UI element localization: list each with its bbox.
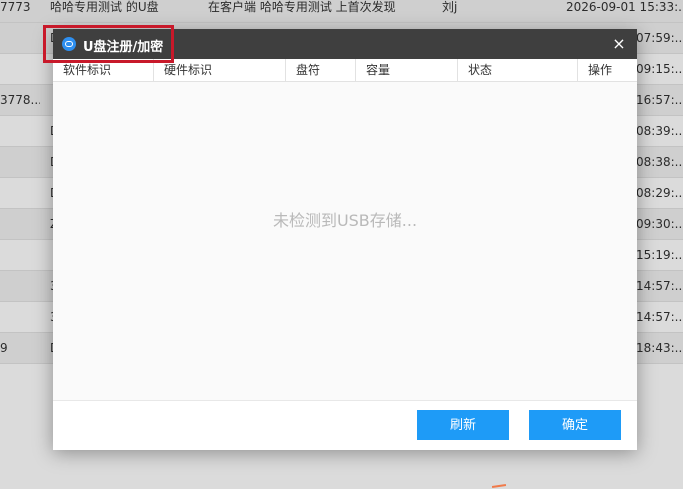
close-button[interactable]: × (609, 34, 629, 54)
usb-register-dialog: U盘注册/加密 × 软件标识 硬件标识 盘符 容量 状态 操作 未检测到USB存… (53, 29, 637, 450)
column-drive-letter[interactable]: 盘符 (285, 59, 355, 81)
dialog-footer: 刷新 确定 (53, 400, 637, 450)
empty-state-message: 未检测到USB存储... (272, 211, 418, 230)
refresh-button[interactable]: 刷新 (417, 410, 509, 440)
confirm-button[interactable]: 确定 (529, 410, 621, 440)
column-capacity[interactable]: 容量 (355, 59, 457, 81)
title-highlight-box (43, 25, 174, 63)
column-actions[interactable]: 操作 (577, 59, 637, 81)
column-status[interactable]: 状态 (457, 59, 577, 81)
